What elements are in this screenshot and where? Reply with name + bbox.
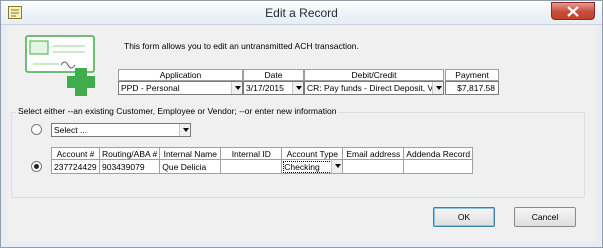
close-button[interactable]	[551, 2, 595, 20]
chevron-down-icon[interactable]	[331, 160, 342, 173]
header-date: Date	[243, 69, 304, 81]
new-info-radio[interactable]	[31, 161, 42, 172]
date-picker[interactable]: 3/17/2015	[243, 81, 304, 95]
chevron-down-icon[interactable]	[179, 124, 190, 136]
chevron-down-icon[interactable]	[231, 82, 242, 94]
existing-record-value: Select ...	[54, 125, 88, 135]
application-value: PPD - Personal	[121, 83, 180, 93]
title-bar: Edit a Record	[1, 1, 602, 25]
grid-header-row: Account # Routing/ABA # Internal Name In…	[51, 147, 474, 160]
col-internal-name: Internal Name	[159, 147, 222, 160]
col-account: Account #	[51, 147, 100, 160]
col-email: Email address	[342, 147, 405, 160]
edit-record-window: Edit a Record This form allows you to ed…	[0, 0, 603, 248]
table-row: 237724429 903439079 Que Delicia Checking	[51, 159, 474, 174]
selection-group-label: Select either --an existing Customer, Em…	[16, 106, 339, 116]
col-routing: Routing/ABA #	[98, 147, 161, 160]
ok-button[interactable]: OK	[433, 207, 495, 227]
date-value: 3/17/2015	[246, 83, 284, 93]
internal-name-field[interactable]: Que Delicia	[159, 159, 222, 174]
debit-credit-select[interactable]: CR: Pay funds - Direct Deposit, Venc	[304, 81, 444, 95]
close-icon	[567, 6, 579, 17]
header-payment: Payment	[445, 69, 499, 81]
account-field[interactable]: 237724429	[51, 159, 100, 174]
header-application: Application	[118, 69, 243, 81]
routing-field[interactable]: 903439079	[98, 159, 161, 174]
application-select[interactable]: PPD - Personal	[118, 81, 243, 95]
col-account-type: Account Type	[281, 147, 344, 160]
addenda-field[interactable]	[403, 159, 474, 174]
check-add-icon	[25, 35, 95, 96]
chevron-down-icon[interactable]	[432, 82, 443, 94]
intro-text: This form allows you to edit an untransm…	[124, 41, 359, 51]
form-body: This form allows you to edit an untransm…	[7, 26, 596, 242]
chevron-down-icon[interactable]	[292, 82, 303, 94]
header-debit-credit: Debit/Credit	[304, 69, 444, 81]
account-grid: Account # Routing/ABA # Internal Name In…	[51, 147, 474, 174]
cancel-button[interactable]: Cancel	[514, 207, 576, 227]
col-addenda: Addenda Record	[403, 147, 474, 160]
window-title: Edit a Record	[265, 6, 338, 20]
existing-record-select[interactable]: Select ...	[51, 123, 191, 137]
payment-field[interactable]: $7,817.58	[445, 81, 499, 95]
account-type-select[interactable]: Checking	[281, 159, 344, 174]
email-field[interactable]	[342, 159, 405, 174]
account-type-value: Checking	[284, 161, 320, 172]
internal-id-field[interactable]	[220, 159, 283, 174]
col-internal-id: Internal ID	[220, 147, 283, 160]
existing-record-radio[interactable]	[31, 124, 42, 135]
debit-credit-value: CR: Pay funds - Direct Deposit, Venc	[307, 83, 444, 93]
